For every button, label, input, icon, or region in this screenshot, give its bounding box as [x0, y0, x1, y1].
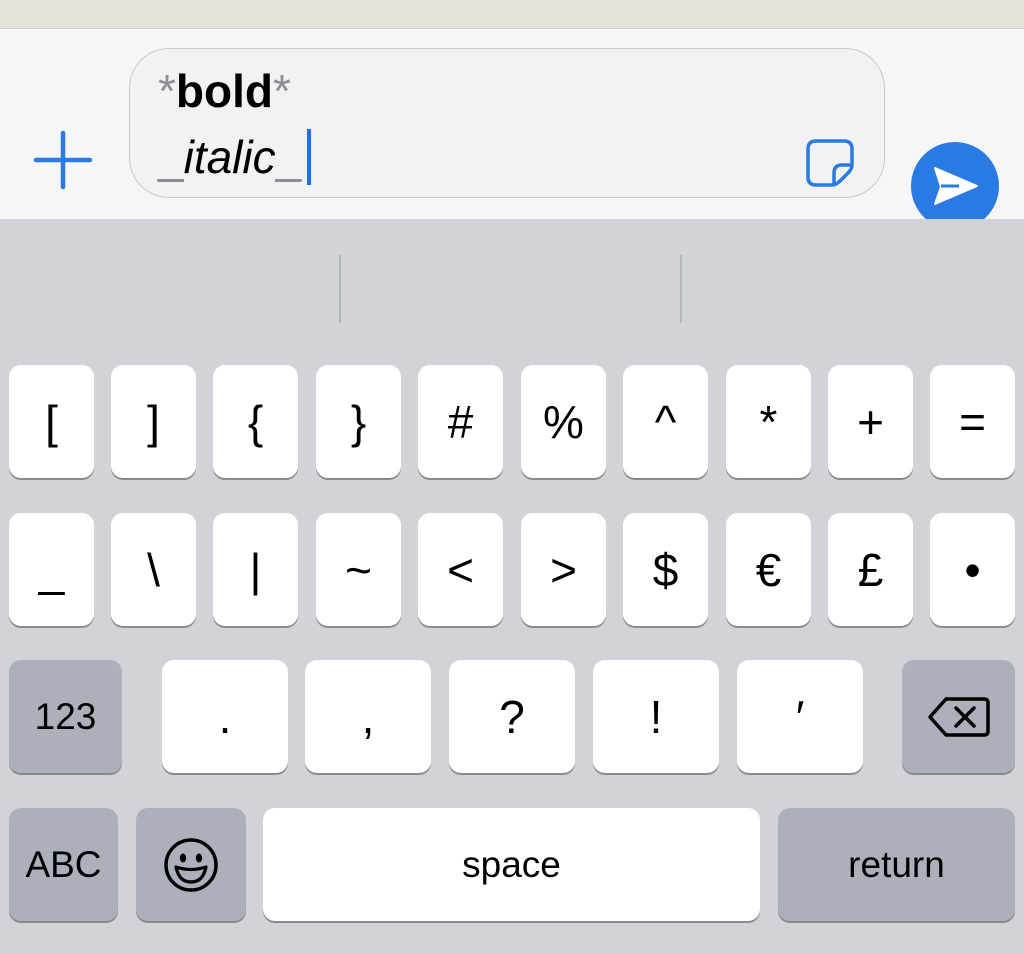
key-label: <: [447, 543, 474, 596]
italic-marker-close: _: [275, 131, 302, 183]
chat-wallpaper: [0, 0, 1024, 29]
suggestion-bar: [0, 219, 1024, 349]
key-exclamation[interactable]: !: [593, 660, 719, 773]
key-apostrophe[interactable]: ′: [737, 660, 863, 773]
sticker-button[interactable]: [804, 135, 858, 189]
message-input[interactable]: *bold* _italic_: [129, 48, 885, 198]
key-question[interactable]: ?: [449, 660, 575, 773]
key-pound[interactable]: £: [828, 513, 913, 626]
key-label: ]: [147, 395, 160, 448]
key-open-brace[interactable]: {: [213, 365, 298, 478]
key-label: }: [350, 395, 367, 448]
key-label: £: [857, 543, 884, 596]
send-icon: [934, 167, 978, 205]
key-hash[interactable]: #: [418, 365, 503, 478]
key-label: .: [218, 690, 232, 743]
key-numbers-mode[interactable]: 123: [9, 660, 122, 773]
key-return[interactable]: return: [778, 808, 1015, 921]
key-dollar[interactable]: $: [623, 513, 708, 626]
plus-icon: [33, 130, 93, 190]
suggestion-divider: [680, 255, 682, 323]
suggestion-divider: [339, 255, 341, 323]
key-label: *: [759, 395, 778, 448]
send-button[interactable]: [911, 142, 999, 230]
key-period[interactable]: .: [162, 660, 288, 773]
key-euro[interactable]: €: [726, 513, 811, 626]
key-space[interactable]: space: [263, 808, 760, 921]
italic-text: italic: [183, 131, 276, 183]
key-delete[interactable]: [902, 660, 1015, 773]
key-bullet[interactable]: •: [930, 513, 1015, 626]
bold-marker-close: *: [272, 65, 291, 117]
key-greater-than[interactable]: >: [521, 513, 606, 626]
message-line-italic: _italic_: [158, 129, 312, 185]
key-label: ?: [499, 690, 525, 743]
key-open-bracket[interactable]: [: [9, 365, 94, 478]
key-label: ′: [795, 690, 805, 743]
key-label: space: [462, 844, 561, 885]
key-comma[interactable]: ,: [305, 660, 431, 773]
key-label: ~: [345, 543, 372, 596]
key-label: •: [964, 543, 981, 596]
key-percent[interactable]: %: [521, 365, 606, 478]
key-label: !: [649, 690, 663, 743]
text-caret: [307, 129, 312, 185]
key-label: ^: [654, 395, 677, 448]
key-label: _: [38, 543, 65, 596]
message-line-bold: *bold*: [158, 63, 291, 119]
key-plus[interactable]: +: [828, 365, 913, 478]
attach-button[interactable]: [30, 127, 96, 193]
backspace-icon: [927, 696, 990, 737]
key-backslash[interactable]: \: [111, 513, 196, 626]
message-composer: *bold* _italic_: [0, 29, 1024, 230]
key-close-bracket[interactable]: ]: [111, 365, 196, 478]
key-label: \: [147, 543, 160, 596]
key-label: $: [652, 543, 679, 596]
italic-marker-open: _: [158, 131, 184, 183]
key-abc-mode[interactable]: ABC: [9, 808, 118, 921]
bold-text: bold: [175, 65, 273, 117]
key-label: ,: [361, 690, 375, 743]
key-label: %: [543, 395, 584, 448]
key-label: 123: [34, 696, 97, 737]
key-label: >: [550, 543, 577, 596]
key-label: |: [249, 543, 262, 596]
key-label: #: [447, 395, 474, 448]
key-less-than[interactable]: <: [418, 513, 503, 626]
key-asterisk[interactable]: *: [726, 365, 811, 478]
keyboard: [ ] { } # % ^ * + = _ \ | ~ < > $ € £ • …: [0, 219, 1024, 954]
emoji-icon: [164, 837, 218, 892]
key-label: =: [959, 395, 986, 448]
key-label: €: [755, 543, 782, 596]
key-pipe[interactable]: |: [213, 513, 298, 626]
key-tilde[interactable]: ~: [316, 513, 401, 626]
sticker-icon: [806, 139, 854, 187]
key-label: return: [848, 844, 945, 885]
key-underscore[interactable]: _: [9, 513, 94, 626]
key-caret[interactable]: ^: [623, 365, 708, 478]
key-emoji[interactable]: [136, 808, 246, 921]
key-close-brace[interactable]: }: [316, 365, 401, 478]
key-label: {: [247, 395, 264, 448]
bold-marker-open: *: [158, 65, 176, 117]
key-label: +: [857, 395, 884, 448]
key-equals[interactable]: =: [930, 365, 1015, 478]
key-label: ABC: [25, 844, 102, 885]
key-label: [: [45, 395, 58, 448]
